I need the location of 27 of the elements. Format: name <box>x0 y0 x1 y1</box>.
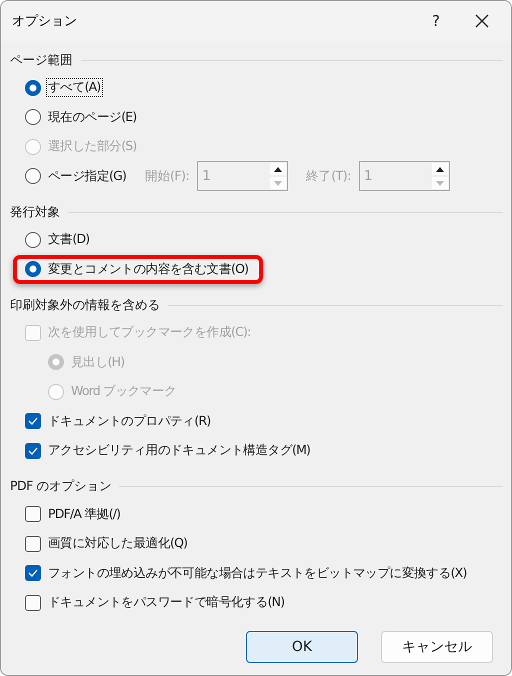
dialog-button[interactable]: OK <box>246 631 358 663</box>
checkbox-option[interactable]: ドキュメントのプロパティ(R) <box>25 412 212 430</box>
radio-option[interactable]: すべて(A) <box>25 79 102 96</box>
spin-up-icon[interactable] <box>432 163 448 176</box>
checkbox-option[interactable]: PDF/A 準拠(/) <box>25 506 122 523</box>
group-title: 印刷対象外の情報を含める <box>10 296 160 314</box>
field-label: 終了(T): <box>306 168 351 185</box>
spin-up-icon[interactable] <box>270 163 286 176</box>
checkmark-icon <box>28 446 38 455</box>
radio-option[interactable]: 現在のページ(E) <box>25 108 138 126</box>
window-title: オプション <box>12 13 78 30</box>
close-icon <box>475 14 489 28</box>
group-title: ページ範囲 <box>10 52 72 68</box>
dialog-button[interactable]: キャンセル <box>381 631 493 663</box>
help-button[interactable]: ? <box>413 1 459 41</box>
checkbox-option[interactable]: 画質に対応した最適化(Q) <box>25 535 188 552</box>
group-title: PDF のオプション <box>10 478 112 495</box>
radio-option[interactable]: 変更とコメントの内容を含む文書(O) <box>25 260 250 278</box>
radio-option[interactable]: 文書(D) <box>25 231 90 248</box>
group-title: 発行対象 <box>10 204 60 220</box>
checkbox-option[interactable]: アクセシビリティ用のドキュメント構造タグ(M) <box>25 442 312 460</box>
checkbox-option[interactable]: ドキュメントをパスワードで暗号化する(N) <box>25 594 286 612</box>
field-label: 開始(F): <box>145 168 190 185</box>
checkbox-option[interactable]: フォントの埋め込みが不可能な場合はテキストをビットマップに変換する(X) <box>25 564 468 582</box>
radio-option[interactable]: ページ指定(G) <box>25 168 128 185</box>
checkmark-icon <box>28 417 38 426</box>
checkmark-icon <box>28 569 38 578</box>
